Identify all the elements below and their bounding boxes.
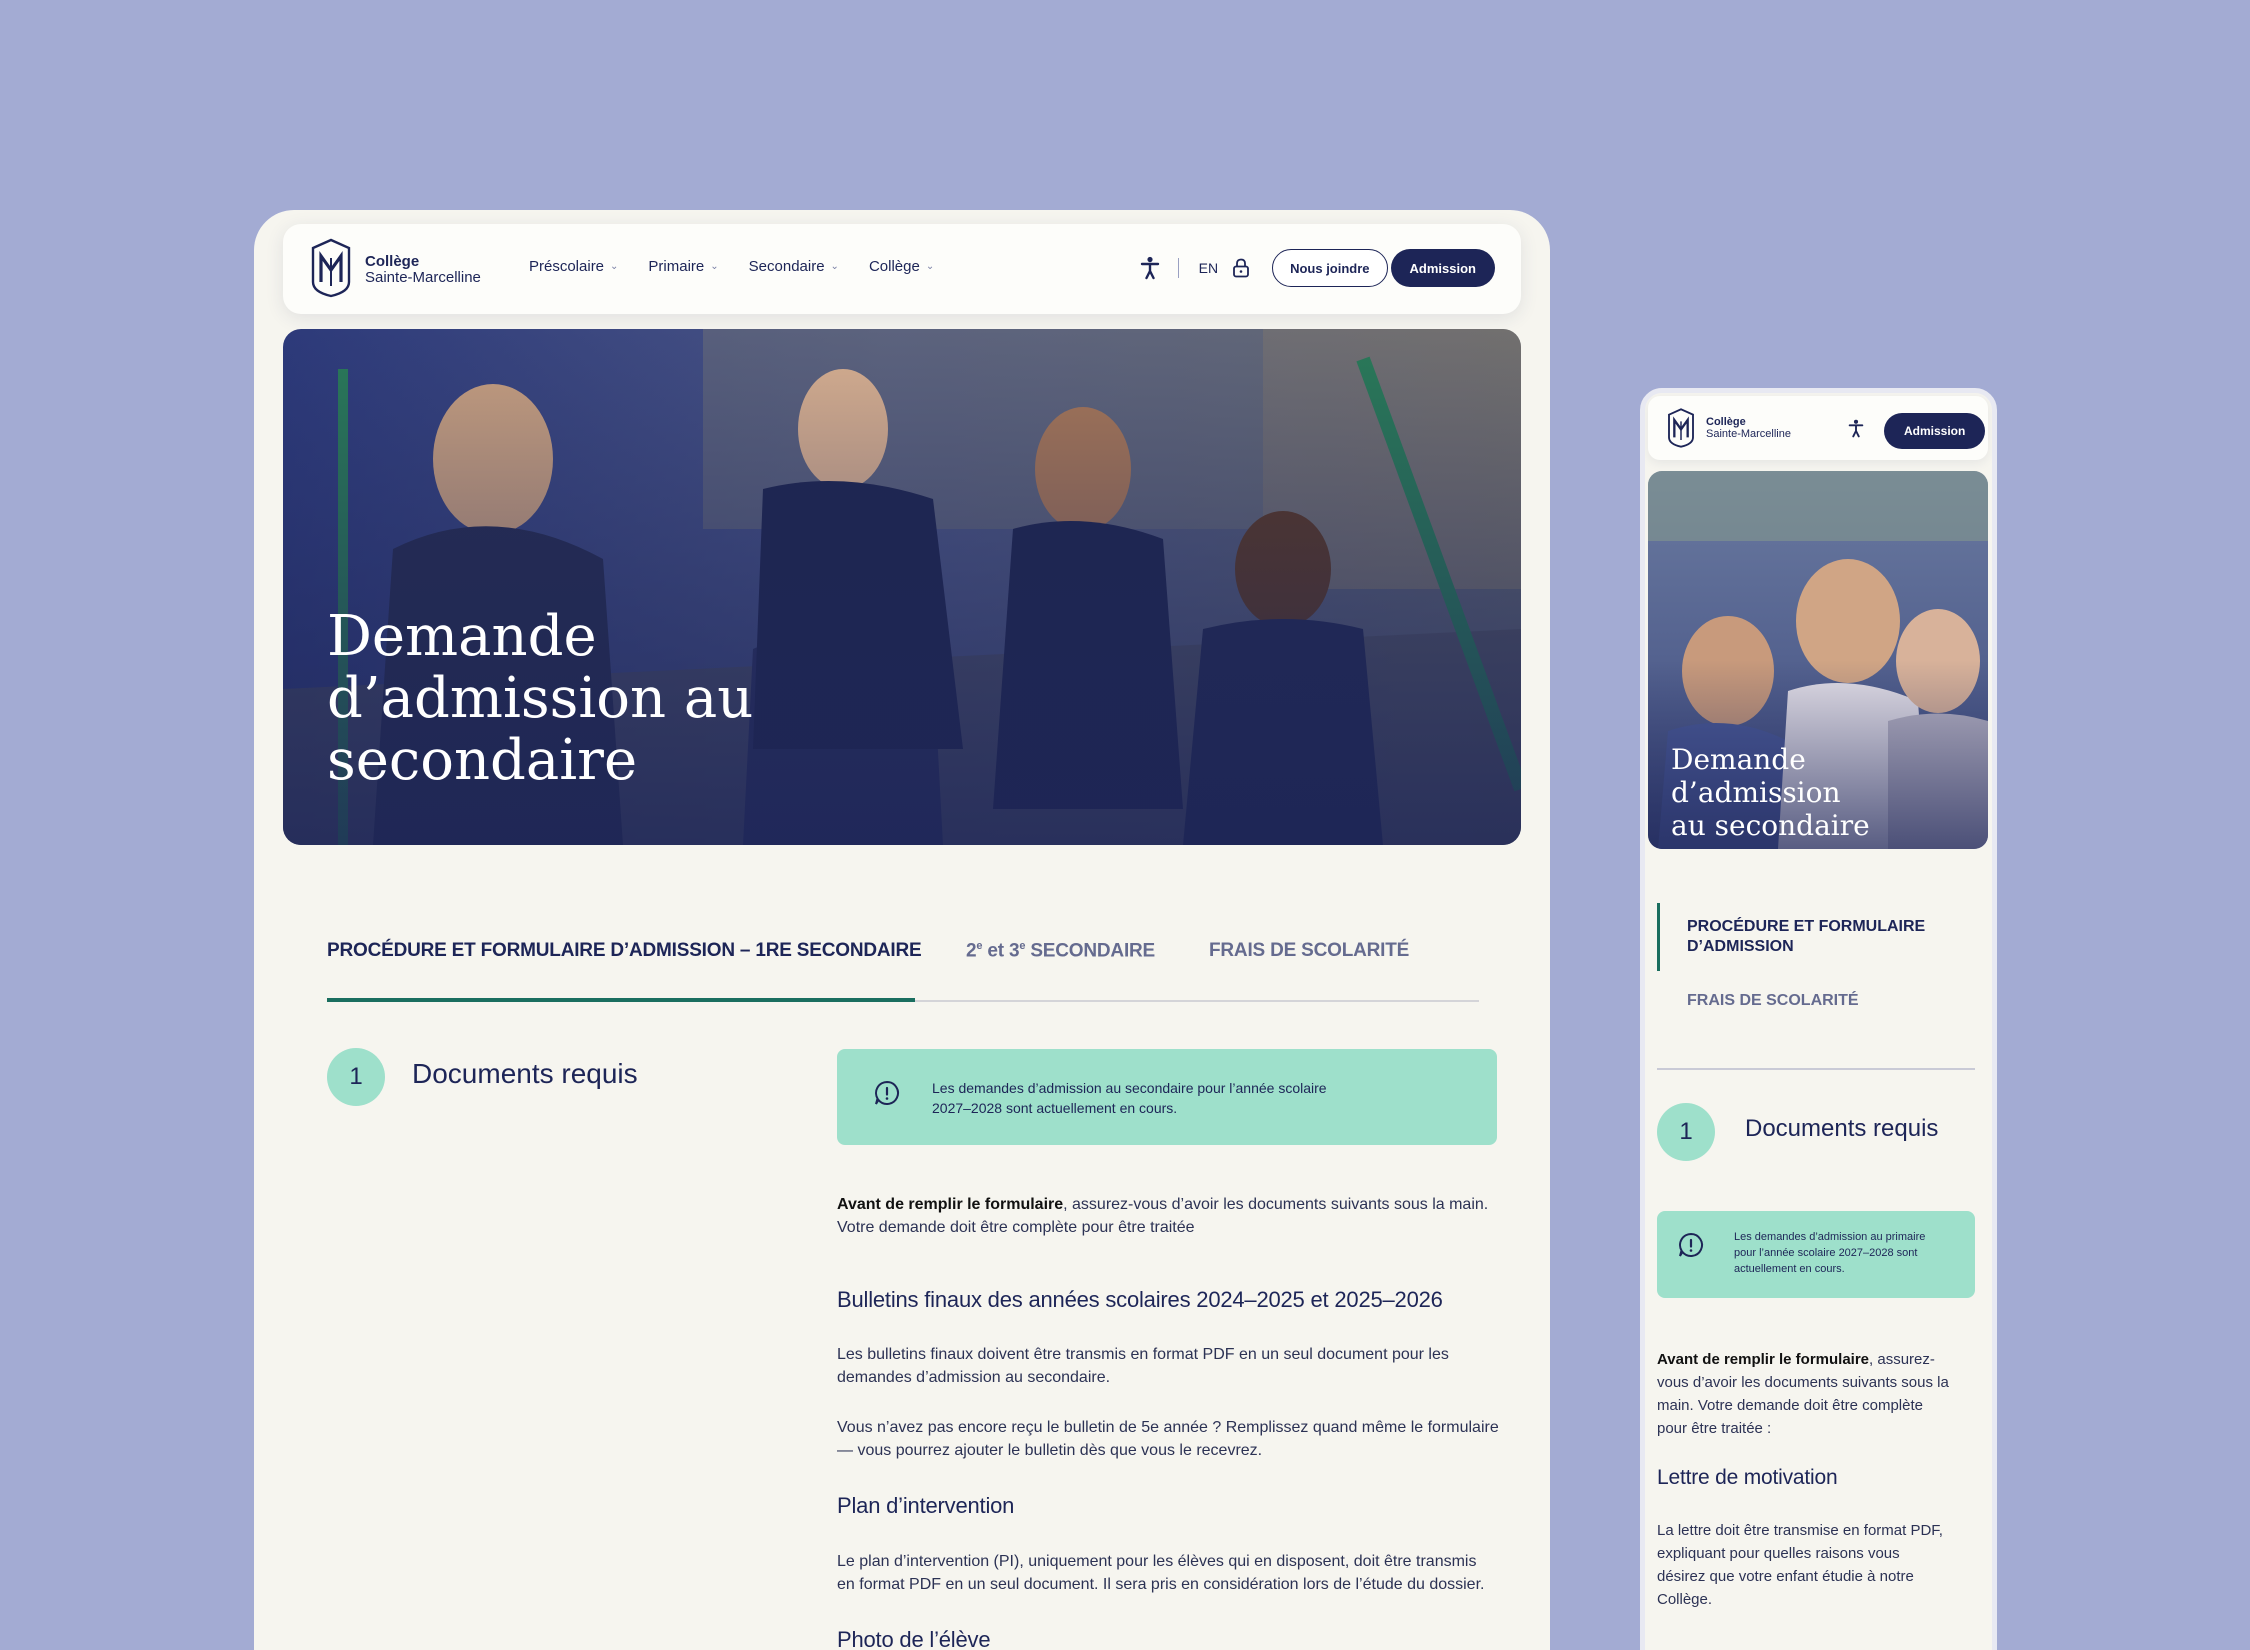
text-line: Les bulletins finaux doivent être transm… (837, 1346, 1449, 1363)
notice-line: Les demandes d’admission au secondaire p… (932, 1080, 1327, 1096)
mobile-hero-title: Demande d’admission au secondaire (1671, 743, 1971, 842)
logo-wordmark[interactable]: Collège Sainte-Marcelline (1706, 416, 1791, 440)
intro-paragraph: Avant de remplir le formulaire, assurez-… (837, 1193, 1517, 1239)
accessibility-icon[interactable] (1140, 256, 1160, 280)
intro-rest: , assurez- (1869, 1351, 1935, 1368)
nav-utilities: EN Nous joindre Admission (1140, 249, 1495, 287)
step-title: Documents requis (1745, 1115, 1939, 1142)
mobile-mockup: Collège Sainte-Marcelline Admission Dema… (1640, 388, 1997, 1650)
bulletins-paragraph-2: Vous n’avez pas encore reçu le bulletin … (837, 1416, 1527, 1462)
text-line: désirez que votre enfant étudie à notre (1657, 1568, 1914, 1585)
menu-item-secondaire[interactable]: Secondaire ⌄ (749, 258, 839, 275)
menu-label: Préscolaire (529, 258, 605, 275)
hero-banner: Demande d’admission au secondaire (283, 329, 1521, 845)
accessibility-icon[interactable] (1848, 419, 1864, 438)
lock-icon[interactable] (1232, 258, 1250, 278)
intro-line-2: Votre demande doit être complète pour êt… (837, 1219, 1195, 1236)
section-title-photo: Photo de l’élève (837, 1627, 991, 1650)
notice-banner: Les demandes d’admission au secondaire p… (837, 1049, 1497, 1145)
text-line: expliquant pour quelles raisons vous (1657, 1545, 1900, 1562)
menu-item-college[interactable]: Collège ⌄ (869, 258, 934, 275)
text-line: Vous n’avez pas encore reçu le bulletin … (837, 1419, 1499, 1436)
mobile-hero: Demande d’admission au secondaire (1648, 471, 1988, 849)
logo-shield-icon[interactable] (309, 238, 353, 298)
chevron-down-icon: ⌄ (925, 261, 935, 272)
tab-procedure-1re-secondaire[interactable]: PROCÉDURE ET FORMULAIRE D’ADMISSION – 1R… (327, 940, 922, 962)
tab-frais-de-scolarite[interactable]: FRAIS DE SCOLARITÉ (1687, 992, 1859, 1010)
active-tab-indicator (327, 998, 915, 1002)
tab-label-line: D’ADMISSION (1687, 938, 1794, 955)
plan-paragraph: Le plan d’intervention (PI), uniquement … (837, 1550, 1527, 1596)
notice-line: pour l’année scolaire 2027–2028 sont (1734, 1247, 1918, 1259)
menu-label: Secondaire (748, 258, 825, 275)
letter-paragraph: La lettre doit être transmise en format … (1657, 1519, 1987, 1611)
notice-line: Les demandes d’admission au primaire (1734, 1231, 1926, 1243)
text-line: main. Votre demande doit être complète (1657, 1397, 1923, 1414)
chat-alert-icon (875, 1080, 899, 1105)
text-line: en format PDF en un seul document. Il se… (837, 1576, 1485, 1593)
intro-bold: Avant de remplir le formulaire (837, 1196, 1064, 1213)
hero-title-line: au secondaire (1671, 809, 1870, 842)
hero-title: Demande d’admission au secondaire (327, 606, 887, 792)
menu-item-prescolaire[interactable]: Préscolaire ⌄ (529, 258, 618, 275)
desktop-mockup: Collège Sainte-Marcelline Préscolaire ⌄ … (254, 210, 1550, 1650)
chevron-down-icon: ⌄ (710, 261, 719, 272)
logo-line-1: Collège (1706, 416, 1746, 428)
step-title: Documents requis (412, 1058, 638, 1089)
section-title-lettre: Lettre de motivation (1657, 1466, 1838, 1489)
menu-label: Primaire (648, 258, 705, 275)
notice-text: Les demandes d’admission au primaire pou… (1734, 1229, 1925, 1277)
language-switch[interactable]: EN (1199, 260, 1218, 276)
hero-title-line: Demande d’admission (1671, 743, 1841, 809)
header-nav: Collège Sainte-Marcelline Préscolaire ⌄ … (283, 224, 1521, 314)
menu-label: Collège (868, 258, 920, 275)
logo-shield-icon[interactable] (1666, 408, 1696, 448)
tab-frais-de-scolarite[interactable]: FRAIS DE SCOLARITÉ (1209, 940, 1409, 962)
tab-procedure-formulaire[interactable]: PROCÉDURE ET FORMULAIRE D’ADMISSION (1657, 903, 1957, 971)
text-line: vous d’avoir les documents suivants sous… (1657, 1374, 1949, 1391)
logo-line-2: Sainte-Marcelline (1706, 427, 1791, 440)
intro-rest: , assurez-vous d’avoir les documents sui… (1063, 1196, 1489, 1213)
tab-2e-3e-secondaire[interactable]: 2e et 3e SECONDAIRE (966, 940, 1155, 962)
logo-line-2: Sainte-Marcelline (365, 268, 481, 286)
step-number-badge: 1 (327, 1048, 385, 1106)
text-line: pour être traitée : (1657, 1420, 1772, 1437)
text-line: Collège. (1657, 1591, 1713, 1608)
main-menu: Préscolaire ⌄ Primaire ⌄ Secondaire ⌄ Co… (529, 258, 934, 275)
notice-text: Les demandes d’admission au secondaire p… (932, 1078, 1327, 1118)
text-line: La lettre doit être transmise en format … (1657, 1522, 1943, 1539)
logo-line-1: Collège (365, 253, 420, 270)
notice-banner: Les demandes d’admission au primaire pou… (1657, 1211, 1975, 1298)
text-line: — vous pourrez ajouter le bulletin dès q… (837, 1442, 1263, 1459)
chevron-down-icon: ⌄ (610, 261, 619, 272)
hero-title-line: d’admission au (327, 666, 754, 731)
tab-bar: PROCÉDURE ET FORMULAIRE D’ADMISSION – 1R… (327, 940, 1479, 1002)
menu-item-primaire[interactable]: Primaire ⌄ (648, 258, 718, 275)
step-number-badge: 1 (1657, 1103, 1715, 1161)
intro-paragraph: Avant de remplir le formulaire, assurez-… (1657, 1348, 1987, 1440)
contact-button[interactable]: Nous joindre (1272, 249, 1388, 287)
tab-label-line: PROCÉDURE ET FORMULAIRE (1687, 918, 1926, 935)
text-line: demandes d’admission au secondaire. (837, 1369, 1111, 1386)
bulletins-paragraph-1: Les bulletins finaux doivent être transm… (837, 1343, 1527, 1389)
divider (1657, 1068, 1975, 1070)
logo-wordmark[interactable]: Collège Sainte-Marcelline (365, 254, 481, 286)
section-title-plan: Plan d’intervention (837, 1493, 1015, 1518)
mobile-header: Collège Sainte-Marcelline Admission (1648, 396, 1988, 460)
text-line: Le plan d’intervention (PI), uniquement … (837, 1553, 1477, 1570)
hero-title-line: Demande (327, 604, 597, 669)
section-title-bulletins: Bulletins finaux des années scolaires 20… (837, 1287, 1443, 1312)
notice-line: actuellement en cours. (1734, 1263, 1845, 1275)
admission-button[interactable]: Admission (1884, 413, 1986, 449)
admission-button[interactable]: Admission (1390, 249, 1495, 287)
chat-alert-icon (1679, 1232, 1703, 1257)
notice-line: 2027–2028 sont actuellement en cours. (932, 1100, 1178, 1116)
hero-title-line: secondaire (327, 728, 638, 793)
chevron-down-icon: ⌄ (830, 261, 839, 272)
divider (1177, 258, 1179, 278)
intro-bold: Avant de remplir le formulaire (1657, 1351, 1870, 1368)
